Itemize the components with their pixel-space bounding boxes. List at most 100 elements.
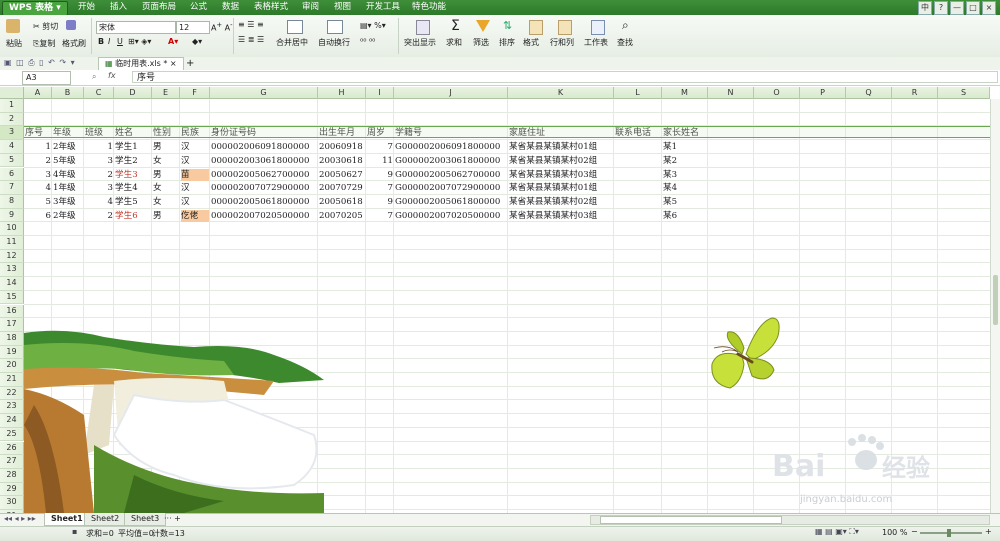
table-cell[interactable]: 男: [153, 141, 179, 153]
sort-icon[interactable]: ⇅: [503, 19, 512, 32]
table-cell[interactable]: 000002007020500000: [211, 210, 317, 222]
table-cell[interactable]: 汉: [181, 141, 209, 153]
align-icons-row2[interactable]: ☰ ≣ ☰: [238, 35, 264, 44]
table-cell[interactable]: 男: [153, 169, 179, 181]
border-icon[interactable]: ⊞▾ ◈▾: [128, 37, 151, 46]
row-header[interactable]: 29: [0, 482, 24, 497]
document-tab[interactable]: ▦ 临时用表.xls * ×: [98, 57, 184, 70]
table-cell[interactable]: 20070729: [319, 182, 365, 194]
waterfall-image[interactable]: [24, 325, 334, 513]
table-cell[interactable]: 5年级: [53, 155, 83, 167]
table-cell[interactable]: 000002006091800000: [211, 141, 317, 153]
format-painter-icon[interactable]: [66, 20, 76, 30]
table-cell[interactable]: 3: [25, 169, 51, 181]
sheet-tab-sheet1[interactable]: Sheet1: [44, 513, 90, 526]
table-cell[interactable]: 某4: [663, 182, 707, 194]
table-cell[interactable]: G000002007072900000: [395, 182, 507, 194]
sheet-nav-arrows[interactable]: ◂◂ ◂ ▸ ▸▸: [4, 514, 36, 523]
format-label[interactable]: 格式: [523, 37, 539, 48]
table-cell[interactable]: 苗: [181, 168, 209, 181]
table-cell[interactable]: 3: [85, 182, 113, 194]
table-cell[interactable]: 7: [367, 182, 393, 194]
column-header[interactable]: A: [24, 87, 52, 99]
table-cell[interactable]: 仡佬: [181, 209, 209, 222]
table-cell[interactable]: G000002006091800000: [395, 141, 507, 153]
worksheet-icon[interactable]: [591, 20, 605, 35]
table-cell[interactable]: 某省某县某镇某村03组: [509, 210, 613, 222]
table-cell[interactable]: 某省某县某镇某村01组: [509, 182, 613, 194]
format-icon[interactable]: [529, 20, 543, 35]
table-cell[interactable]: [615, 169, 661, 181]
table-cell[interactable]: 1: [25, 141, 51, 153]
menu-review[interactable]: 审阅: [302, 0, 319, 15]
table-cell[interactable]: 000002003061800000: [211, 155, 317, 167]
new-tab-icon[interactable]: +: [186, 58, 194, 69]
table-cell[interactable]: 1年级: [53, 182, 83, 194]
filter-label[interactable]: 筛选: [473, 37, 489, 48]
row-header[interactable]: 4: [0, 140, 24, 154]
table-cell[interactable]: 4年级: [53, 169, 83, 181]
row-header[interactable]: 26: [0, 441, 24, 456]
zoom-out-icon[interactable]: −: [911, 527, 918, 536]
table-cell[interactable]: 女: [153, 182, 179, 194]
column-header[interactable]: L: [614, 87, 662, 99]
table-cell[interactable]: 学生3: [115, 169, 151, 181]
menu-formula[interactable]: 公式: [190, 0, 207, 15]
table-cell[interactable]: 20030618: [319, 155, 365, 167]
table-cell[interactable]: 9: [367, 196, 393, 208]
table-cell[interactable]: 学生2: [115, 155, 151, 167]
table-cell[interactable]: [615, 155, 661, 167]
row-header[interactable]: 24: [0, 414, 24, 428]
table-cell[interactable]: 男: [153, 210, 179, 222]
row-header[interactable]: 25: [0, 427, 24, 442]
app-menu-button[interactable]: WPS 表格 ▾: [2, 1, 68, 16]
table-cell[interactable]: 3年级: [53, 196, 83, 208]
wrap-text-label[interactable]: 自动换行: [318, 37, 350, 48]
row-header[interactable]: 11: [0, 236, 24, 250]
font-size-select[interactable]: 12: [176, 21, 210, 34]
table-cell[interactable]: 000002005062700000: [211, 169, 317, 181]
horizontal-scroll-thumb[interactable]: [600, 516, 782, 524]
table-cell[interactable]: 20060918: [319, 141, 365, 153]
table-cell[interactable]: 2年级: [53, 141, 83, 153]
font-name-select[interactable]: 宋体: [96, 21, 176, 34]
row-header[interactable]: 3: [0, 126, 24, 141]
column-header[interactable]: G: [210, 87, 318, 99]
table-cell[interactable]: [615, 182, 661, 194]
column-header[interactable]: H: [318, 87, 366, 99]
fx-icon[interactable]: fx: [108, 71, 116, 80]
table-cell[interactable]: 4: [25, 182, 51, 194]
table-cell[interactable]: 2: [85, 169, 113, 181]
italic-button[interactable]: I: [108, 37, 110, 46]
table-cell[interactable]: 学生5: [115, 196, 151, 208]
column-header[interactable]: E: [152, 87, 180, 99]
column-header[interactable]: F: [180, 87, 210, 99]
find-icon[interactable]: ⌕: [622, 18, 629, 33]
table-cell[interactable]: 汉: [181, 196, 209, 208]
column-header[interactable]: J: [394, 87, 508, 99]
column-header[interactable]: P: [800, 87, 846, 99]
row-header[interactable]: 2: [0, 112, 24, 127]
sum-label[interactable]: 求和: [446, 37, 462, 48]
table-cell[interactable]: 某省某县某镇某村03组: [509, 169, 613, 181]
formula-input[interactable]: 序号: [132, 71, 998, 83]
row-header[interactable]: 5: [0, 153, 24, 168]
table-cell[interactable]: 6: [25, 210, 51, 222]
table-cell[interactable]: 某省某县某镇某村01组: [509, 141, 613, 153]
column-header[interactable]: O: [754, 87, 800, 99]
name-box[interactable]: A3: [22, 71, 71, 85]
column-header[interactable]: K: [508, 87, 614, 99]
table-cell[interactable]: 某省某县某镇某村02组: [509, 196, 613, 208]
worksheet-label[interactable]: 工作表: [584, 37, 608, 48]
row-header[interactable]: 15: [0, 290, 24, 305]
table-cell[interactable]: 000002007072900000: [211, 182, 317, 194]
menu-view[interactable]: 视图: [334, 0, 351, 15]
table-cell[interactable]: 4: [85, 196, 113, 208]
column-header[interactable]: Q: [846, 87, 892, 99]
menu-page-layout[interactable]: 页面布局: [142, 0, 176, 15]
sum-icon[interactable]: Σ: [451, 18, 460, 34]
zoom-slider[interactable]: [920, 532, 982, 534]
table-cell[interactable]: 某6: [663, 210, 707, 222]
table-cell[interactable]: 20050618: [319, 196, 365, 208]
filter-icon[interactable]: [476, 20, 490, 32]
